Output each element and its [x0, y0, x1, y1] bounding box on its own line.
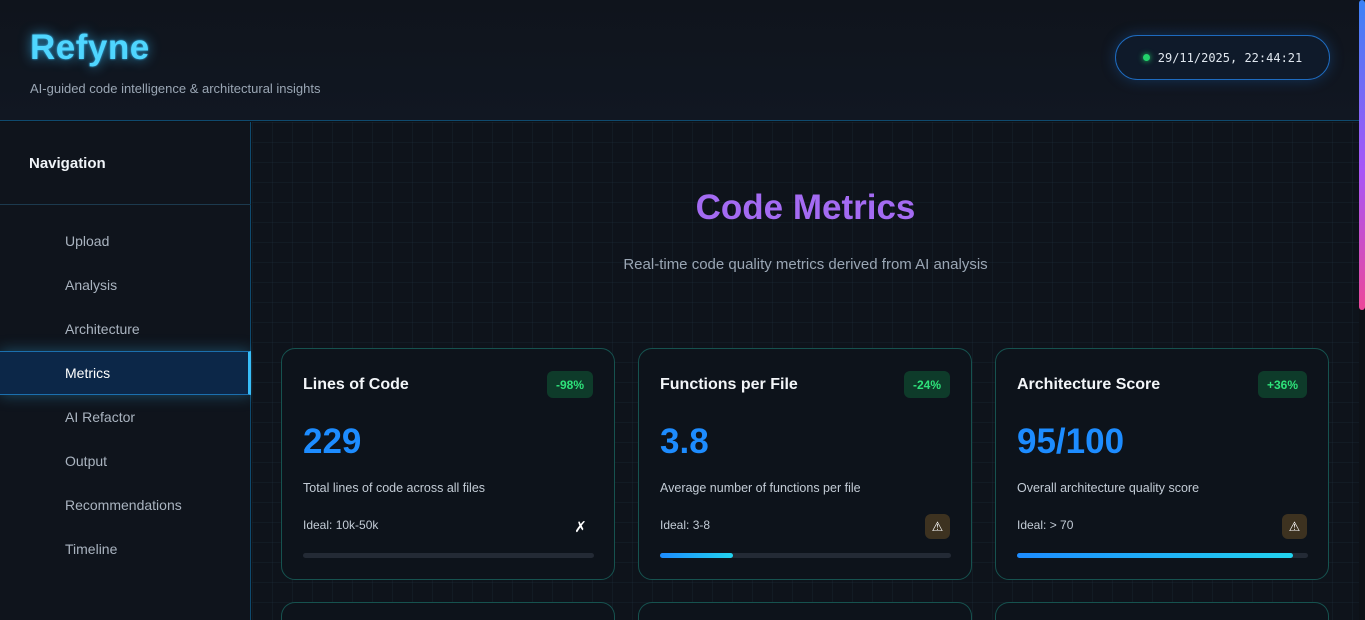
metric-card-architecture-score[interactable]: Architecture Score +36% 95/100 Overall a… [995, 348, 1329, 580]
metric-value: 3.8 [660, 422, 709, 461]
metric-progress-bar [1017, 553, 1308, 558]
sidebar-item-timeline[interactable]: Timeline [0, 527, 251, 571]
metric-progress-bar [660, 553, 951, 558]
nav-title: Navigation [29, 155, 106, 172]
metric-card-functions-per-file[interactable]: Functions per File -24% 3.8 Average numb… [638, 348, 972, 580]
sidebar-item-architecture[interactable]: Architecture [0, 307, 251, 351]
metric-description: Average number of functions per file [660, 481, 861, 495]
sidebar-item-upload[interactable]: Upload [0, 219, 251, 263]
main-content: Code Metrics Real-time code quality metr… [252, 122, 1359, 620]
metric-card-lines-of-code[interactable]: Lines of Code -98% 229 Total lines of co… [281, 348, 615, 580]
page-title: Code Metrics [695, 188, 916, 227]
warning-icon: ⚠ [925, 514, 950, 539]
sidebar-item-ai-refactor[interactable]: AI Refactor [0, 395, 251, 439]
metric-ideal-range: Ideal: > 70 [1017, 518, 1074, 532]
status-dot-icon [1142, 54, 1150, 61]
metric-card-title: Functions per File [660, 376, 798, 393]
metric-value: 95/100 [1017, 422, 1125, 461]
sidebar-item-analysis[interactable]: Analysis [0, 263, 251, 307]
app-header: Refyne AI-guided code intelligence & arc… [0, 0, 1359, 121]
page-scrollbar-thumb[interactable] [1359, 0, 1365, 310]
page-subtitle: Real-time code quality metrics derived f… [623, 256, 988, 273]
metric-value: 229 [303, 422, 362, 461]
sidebar-item-metrics[interactable]: Metrics [0, 351, 251, 395]
metric-card-title: Architecture Score [1017, 376, 1161, 393]
app-logo[interactable]: Refyne [30, 28, 150, 68]
metric-progress-bar [303, 553, 594, 558]
cross-icon: ✗ [574, 518, 587, 536]
metric-change-badge: -24% [903, 371, 950, 398]
warning-icon: ⚠ [1282, 514, 1307, 539]
metric-change-badge: +36% [1257, 371, 1307, 398]
nav-list: Upload Analysis Architecture Metrics AI … [0, 219, 251, 571]
metric-description: Overall architecture quality score [1017, 481, 1200, 495]
metric-card-partial[interactable] [638, 602, 972, 620]
metric-ideal-range: Ideal: 10k-50k [303, 518, 379, 532]
metric-description: Total lines of code across all files [303, 481, 486, 495]
clock-pill: 29/11/2025, 22:44:21 [1115, 35, 1330, 80]
sidebar: Navigation Upload Analysis Architecture … [0, 122, 251, 620]
sidebar-item-output[interactable]: Output [0, 439, 251, 483]
metric-card-title: Lines of Code [303, 376, 409, 393]
metric-progress-fill [1017, 553, 1294, 558]
clock-text: 29/11/2025, 22:44:21 [1157, 50, 1303, 65]
metric-card-partial[interactable] [281, 602, 615, 620]
nav-divider [0, 204, 251, 205]
metric-change-badge: -98% [546, 371, 593, 398]
metric-card-partial[interactable] [995, 602, 1329, 620]
sidebar-item-recommendations[interactable]: Recommendations [0, 483, 251, 527]
metric-progress-fill [660, 553, 733, 558]
app-tagline: AI-guided code intelligence & architectu… [30, 81, 321, 96]
metric-ideal-range: Ideal: 3-8 [660, 518, 711, 532]
